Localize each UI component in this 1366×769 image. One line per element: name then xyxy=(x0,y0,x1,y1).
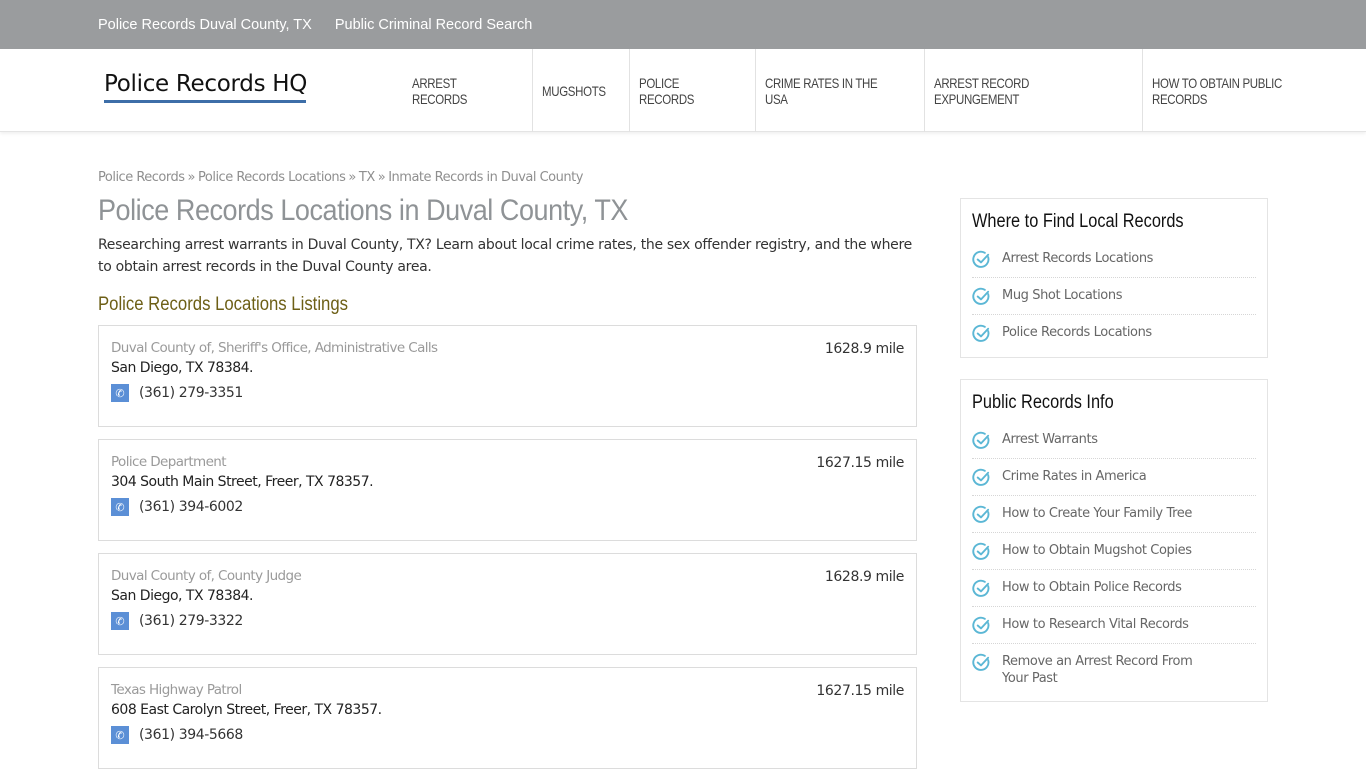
check-circle-icon xyxy=(972,579,991,598)
widget-link[interactable]: Remove an Arrest Record From Your Past xyxy=(1002,653,1222,687)
listing-phone-row: ✆ (361) 279-3351 xyxy=(111,384,904,402)
logo-text: Police Records HQ xyxy=(104,71,308,97)
check-circle-icon xyxy=(972,287,991,306)
listing-card: Duval County of, County Judge San Diego,… xyxy=(98,553,917,655)
listing-address: 608 East Carolyn Street, Freer, TX 78357… xyxy=(111,702,382,718)
listing-distance: 1627.15 mile xyxy=(816,683,904,699)
nav-crime-rates[interactable]: CRIME RATES IN THE USA xyxy=(756,49,926,132)
widget-link[interactable]: How to Research Vital Records xyxy=(1002,616,1189,633)
breadcrumb-tx[interactable]: TX xyxy=(359,170,375,185)
breadcrumb-inmate-records[interactable]: Inmate Records in Duval County xyxy=(388,170,583,185)
check-circle-icon xyxy=(972,431,991,450)
widget-link[interactable]: Crime Rates in America xyxy=(1002,468,1147,485)
breadcrumb: Police Records» Police Records Locations»… xyxy=(98,170,917,185)
widget-link[interactable]: How to Create Your Family Tree xyxy=(1002,505,1192,522)
listing-address: San Diego, TX 78384. xyxy=(111,588,254,604)
listing-phone-row: ✆ (361) 394-6002 xyxy=(111,498,904,516)
widget-list-item: How to Obtain Mugshot Copies xyxy=(972,533,1256,570)
site-logo[interactable]: Police Records HQ xyxy=(104,71,307,103)
main-nav: ARREST RECORDS MUGSHOTS POLICE RECORDS C… xyxy=(403,49,1366,132)
listings-heading: Police Records Locations Listings xyxy=(98,294,349,315)
nav-label: ARREST RECORD EXPUNGEMENT xyxy=(934,74,1030,107)
widget-list-item: Police Records Locations xyxy=(972,315,1256,351)
check-circle-icon xyxy=(972,616,991,635)
listing-distance: 1627.15 mile xyxy=(816,455,904,471)
logo-underline xyxy=(104,100,306,103)
phone-icon: ✆ xyxy=(111,612,129,630)
widget-list-item: Mug Shot Locations xyxy=(972,278,1256,315)
listing-card: Texas Highway Patrol 608 East Carolyn St… xyxy=(98,667,917,769)
nav-how-to-obtain-public-records[interactable]: HOW TO OBTAIN PUBLIC RECORDS xyxy=(1143,49,1366,132)
page-title: Police Records Locations in Duval County… xyxy=(98,194,628,227)
nav-label: POLICE RECORDS xyxy=(639,74,695,107)
check-circle-icon xyxy=(972,505,991,524)
breadcrumb-separator: » xyxy=(348,170,356,185)
widget-where-to-find-local-records: Where to Find Local Records Arrest Record… xyxy=(960,198,1268,358)
nav-label: MUGSHOTS xyxy=(542,82,607,99)
widget-list-item: How to Obtain Police Records xyxy=(972,570,1256,607)
nav-label: ARREST RECORDS xyxy=(412,74,468,107)
top-bar: Police Records Duval County, TX Public C… xyxy=(0,0,1366,49)
breadcrumb-police-records[interactable]: Police Records xyxy=(98,170,185,185)
listing-distance: 1628.9 mile xyxy=(824,341,904,357)
widget-list: Arrest Records Locations Mug Shot Locatio… xyxy=(972,241,1256,351)
check-circle-icon xyxy=(972,542,991,561)
listing-phone[interactable]: (361) 279-3322 xyxy=(139,613,243,629)
listing-phone-row: ✆ (361) 394-5668 xyxy=(111,726,904,744)
listing-name[interactable]: Police Department xyxy=(111,454,904,470)
widget-link[interactable]: How to Obtain Mugshot Copies xyxy=(1002,542,1192,559)
listings: Duval County of, Sheriff's Office, Admin… xyxy=(98,325,917,769)
listing-address: 304 South Main Street, Freer, TX 78357. xyxy=(111,474,374,490)
listing-distance: 1628.9 mile xyxy=(824,569,904,585)
widget-list-item: Arrest Records Locations xyxy=(972,241,1256,278)
check-circle-icon xyxy=(972,324,991,343)
listing-card: Duval County of, Sheriff's Office, Admin… xyxy=(98,325,917,427)
main-content: Police Records» Police Records Locations»… xyxy=(98,170,917,769)
phone-icon: ✆ xyxy=(111,726,129,744)
widget-list-item: Arrest Warrants xyxy=(972,422,1256,459)
check-circle-icon xyxy=(972,250,991,269)
widget-public-records-info: Public Records Info Arrest Warrants Crime … xyxy=(960,379,1268,702)
check-circle-icon xyxy=(972,653,991,672)
nav-label: HOW TO OBTAIN PUBLIC RECORDS xyxy=(1152,74,1283,107)
nav-label: CRIME RATES IN THE USA xyxy=(765,74,878,107)
topbar-link-public-criminal-record-search[interactable]: Public Criminal Record Search xyxy=(335,17,532,33)
listing-name[interactable]: Texas Highway Patrol xyxy=(111,682,904,698)
listing-name[interactable]: Duval County of, Sheriff's Office, Admin… xyxy=(111,340,904,356)
breadcrumb-police-records-locations[interactable]: Police Records Locations xyxy=(198,170,346,185)
check-circle-icon xyxy=(972,468,991,487)
intro-text: Researching arrest warrants in Duval Cou… xyxy=(98,237,912,275)
listing-phone[interactable]: (361) 394-5668 xyxy=(139,727,243,743)
widget-link[interactable]: How to Obtain Police Records xyxy=(1002,579,1182,596)
breadcrumb-separator: » xyxy=(187,170,196,185)
listing-phone-row: ✆ (361) 279-3322 xyxy=(111,612,904,630)
nav-arrest-records[interactable]: ARREST RECORDS xyxy=(403,49,534,132)
phone-icon: ✆ xyxy=(111,384,129,402)
widget-list-item: How to Create Your Family Tree xyxy=(972,496,1256,533)
phone-icon: ✆ xyxy=(111,498,129,516)
sidebar: Where to Find Local Records Arrest Record… xyxy=(960,198,1268,723)
widget-title: Where to Find Local Records xyxy=(972,211,1184,232)
nav-arrest-record-expungement[interactable]: ARREST RECORD EXPUNGEMENT xyxy=(925,49,1144,132)
breadcrumb-separator: » xyxy=(377,170,386,185)
listing-phone[interactable]: (361) 279-3351 xyxy=(139,385,243,401)
listing-name[interactable]: Duval County of, County Judge xyxy=(111,568,904,584)
widget-list-item: How to Research Vital Records xyxy=(972,607,1256,644)
widget-link[interactable]: Arrest Records Locations xyxy=(1002,250,1153,267)
widget-link[interactable]: Mug Shot Locations xyxy=(1002,287,1122,304)
widget-list-item: Remove an Arrest Record From Your Past xyxy=(972,644,1256,695)
listing-address: San Diego, TX 78384. xyxy=(111,360,254,376)
nav-police-records[interactable]: POLICE RECORDS xyxy=(630,49,757,132)
listing-card: Police Department 304 South Main Street,… xyxy=(98,439,917,541)
widget-link[interactable]: Arrest Warrants xyxy=(1002,431,1098,448)
site-header: Police Records HQ ARREST RECORDS MUGSHOT… xyxy=(0,49,1366,132)
widget-link[interactable]: Police Records Locations xyxy=(1002,324,1152,341)
topbar-link-police-records-duval[interactable]: Police Records Duval County, TX xyxy=(98,17,312,33)
nav-mugshots[interactable]: MUGSHOTS xyxy=(533,49,631,132)
widget-list: Arrest Warrants Crime Rates in America How… xyxy=(972,422,1256,695)
widget-title: Public Records Info xyxy=(972,392,1114,413)
listing-phone[interactable]: (361) 394-6002 xyxy=(139,499,243,515)
widget-list-item: Crime Rates in America xyxy=(972,459,1256,496)
